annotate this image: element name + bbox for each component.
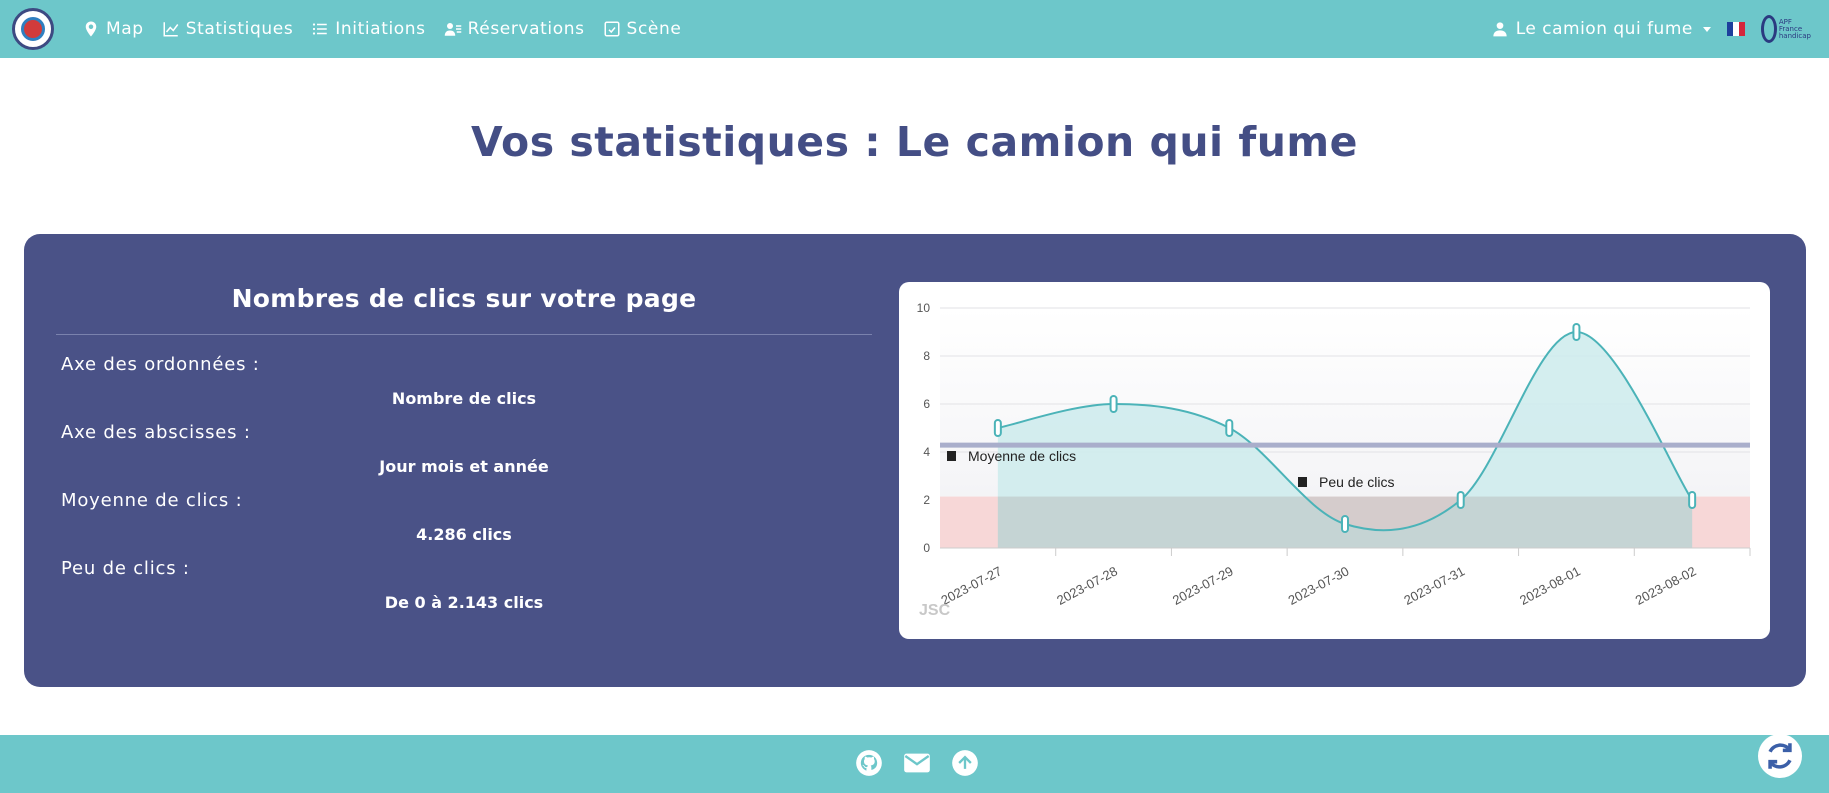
nav-item-initiations[interactable]: Initiations (311, 19, 425, 39)
nav-right: Le camion qui fume APF France handicap (1492, 0, 1811, 58)
y-tick-label: 8 (923, 349, 930, 363)
data-point (1572, 323, 1581, 341)
low-annotation-icon (1298, 477, 1307, 487)
calendar-check-icon (604, 21, 620, 37)
x-tick-label: 2023-08-01 (1517, 563, 1583, 607)
brand-logo[interactable]: APF France handicap (1760, 15, 1811, 43)
nav-item-statistiques[interactable]: Statistiques (162, 19, 294, 39)
low-clicks-label: Peu de clics : (61, 558, 190, 579)
nav-item-label: Réservations (467, 19, 585, 39)
y-tick-label: 4 (923, 445, 930, 459)
chart-line-icon (163, 22, 179, 37)
chevron-down-icon (1702, 26, 1711, 32)
y-axis-label: Axe des ordonnées : (61, 354, 260, 375)
site-logo[interactable] (12, 8, 54, 50)
y-tick-label: 0 (923, 541, 930, 555)
x-tick-label: 2023-07-28 (1054, 563, 1120, 607)
y-axis-value: Nombre de clics (391, 389, 537, 408)
map-pin-icon (85, 21, 97, 37)
user-icon (1493, 22, 1507, 37)
arrow-up-icon[interactable] (951, 749, 979, 777)
stats-heading: Nombres de clics sur votre page (231, 284, 697, 313)
footer-icons (855, 749, 979, 777)
github-icon[interactable] (855, 749, 883, 777)
nav-item-label: Map (106, 19, 144, 39)
x-tick-label: 2023-07-30 (1286, 563, 1352, 607)
nav-item-label: Scène (626, 19, 682, 39)
refresh-icon (1768, 743, 1792, 769)
chart-card: 0 2 4 6 8 10 2023-07-27 2023-07-28 2023-07-29 202… (899, 282, 1770, 639)
clicks-chart: 02468102023-07-27 2023-07-28 2023-07-29 202… (917, 301, 1751, 619)
average-label: Moyenne de clics : (61, 490, 243, 511)
data-point (993, 419, 1002, 437)
brand-ring-icon (1760, 15, 1777, 43)
y-tick-label: 2 (923, 493, 930, 507)
top-navbar: Map Statistiques Initiations Réservation… (0, 0, 1829, 58)
mail-icon[interactable] (903, 749, 931, 777)
x-tick-label: 2023-07-31 (1401, 563, 1467, 607)
user-list-icon (444, 23, 461, 36)
x-axis-label: Axe des abscisses : (61, 422, 251, 443)
divider (56, 334, 872, 335)
x-tick-label: 2023-08-02 (1633, 563, 1699, 607)
nav-menu: Map Statistiques Initiations Réservation… (82, 0, 681, 58)
user-name: Le camion qui fume (1515, 19, 1693, 39)
data-point (1456, 491, 1465, 509)
average-value: 4.286 clics (416, 525, 512, 544)
jsc-watermark: JSC (919, 602, 951, 619)
data-point (1688, 491, 1697, 509)
page-title: Vos statistiques : Le camion qui fume (471, 118, 1358, 166)
reload-button[interactable] (1758, 734, 1802, 778)
y-tick-label: 6 (923, 397, 930, 411)
y-tick-label: 10 (917, 301, 931, 315)
data-point (1225, 419, 1234, 437)
nav-item-label: Statistiques (185, 19, 294, 39)
footer (0, 735, 1829, 793)
nav-item-label: Initiations (335, 19, 426, 39)
x-tick-label: 2023-07-29 (1170, 563, 1236, 607)
data-point (1109, 395, 1118, 413)
language-flag-icon[interactable] (1726, 22, 1745, 36)
low-clicks-value: De 0 à 2.143 clics (384, 593, 544, 612)
x-axis-value: Jour mois et année (379, 457, 549, 476)
data-point (1341, 515, 1349, 533)
nav-item-reservations[interactable]: Réservations (444, 19, 585, 39)
user-menu-dropdown[interactable]: Le camion qui fume (1492, 19, 1711, 39)
average-annotation: Moyenne de clics (968, 448, 1076, 464)
list-icon (313, 23, 328, 35)
low-annotation: Peu de clics (1319, 474, 1394, 490)
nav-item-map[interactable]: Map (82, 19, 144, 39)
average-annotation-icon (947, 451, 956, 461)
nav-item-scene[interactable]: Scène (603, 19, 682, 39)
brand-text: handicap (1778, 31, 1811, 40)
